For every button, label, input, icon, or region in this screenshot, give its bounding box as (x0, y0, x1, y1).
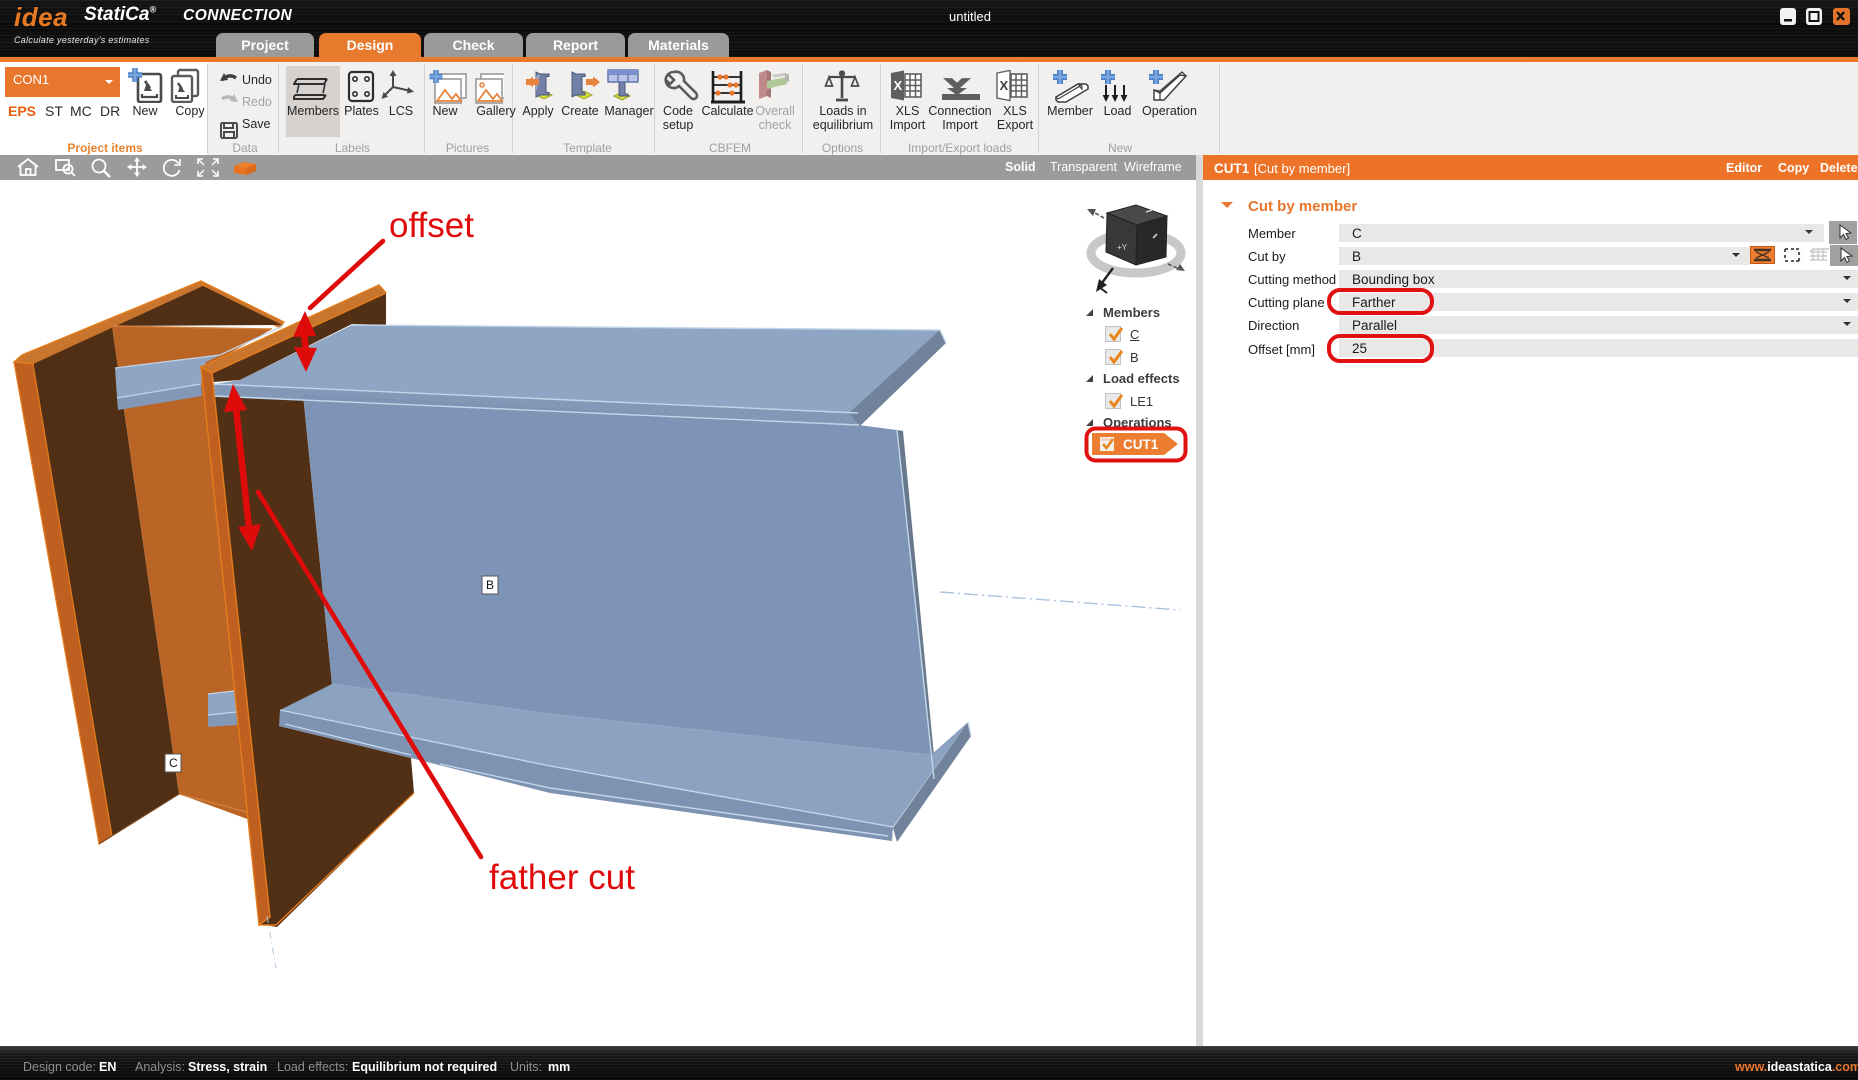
svg-text:father cut: father cut (489, 858, 635, 897)
svg-text:CUT1: CUT1 (1123, 437, 1159, 452)
svg-text:X: X (1000, 78, 1009, 93)
svg-text:+Y: +Y (1117, 243, 1128, 252)
svg-text:B: B (486, 578, 494, 592)
svg-text:offset: offset (389, 206, 474, 245)
svg-text:X: X (894, 78, 903, 93)
svg-text:C: C (169, 756, 178, 770)
